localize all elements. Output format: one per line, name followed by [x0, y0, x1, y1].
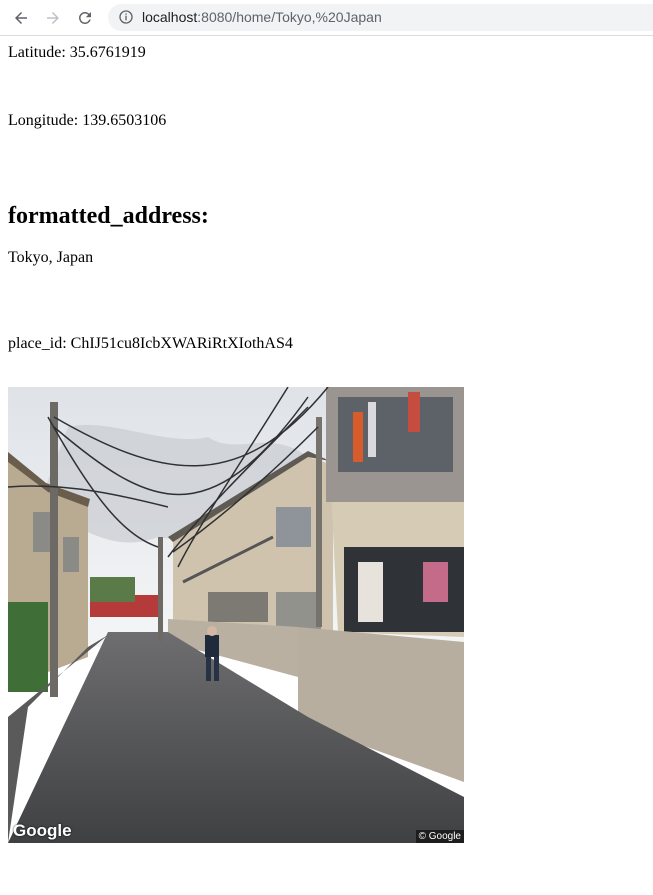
google-logo: Google	[13, 821, 72, 840]
browser-toolbar: localhost:8080/home/Tokyo,%20Japan	[0, 0, 653, 36]
arrow-right-icon	[47, 12, 59, 24]
info-icon[interactable]	[118, 9, 134, 25]
address-bar[interactable]: localhost:8080/home/Tokyo,%20Japan	[108, 4, 653, 31]
street-scene	[8, 387, 464, 843]
url-path: :8080/home/Tokyo,%20Japan	[197, 9, 382, 25]
arrow-left-icon	[15, 12, 27, 24]
formatted-address-value: Tokyo, Japan	[8, 249, 94, 266]
longitude-text: Longitude: 139.6503106	[8, 112, 167, 129]
reload-button[interactable]	[74, 7, 96, 29]
street-view-image: Google © Google	[8, 387, 464, 843]
forward-button[interactable]	[42, 7, 64, 29]
latitude-text: Latitude: 35.6761919	[8, 44, 146, 61]
back-button[interactable]	[10, 7, 32, 29]
place-id-text: place_id: ChIJ51cu8IcbXWARiRtXIothAS4	[8, 335, 293, 352]
url-host: localhost	[142, 9, 198, 25]
url-text: localhost:8080/home/Tokyo,%20Japan	[142, 9, 382, 25]
formatted-address-heading: formatted_address:	[8, 203, 209, 229]
reload-icon	[78, 11, 91, 24]
copyright-label: © Google	[415, 830, 464, 843]
